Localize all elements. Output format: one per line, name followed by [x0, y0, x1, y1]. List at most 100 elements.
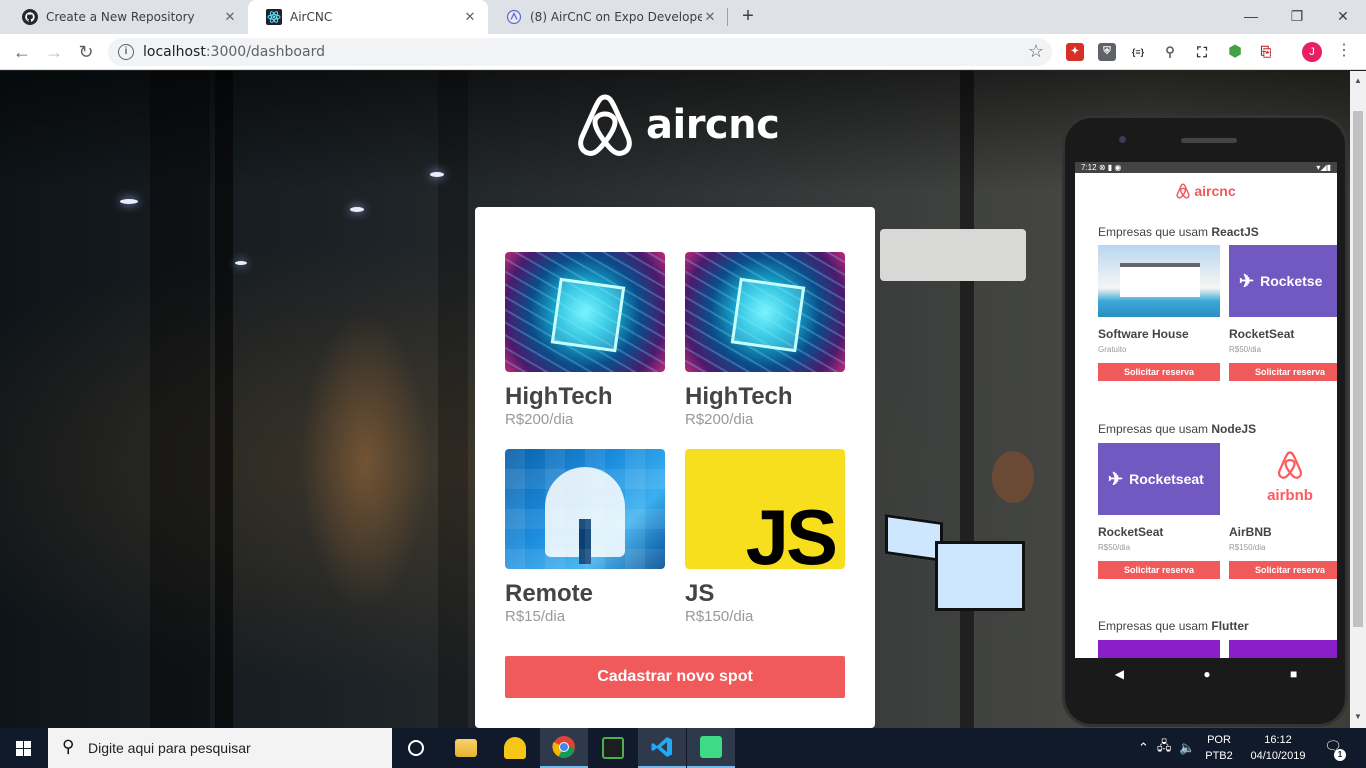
phone-logo: aircnc: [1075, 173, 1337, 209]
phone-spot-thumbnail: [1098, 245, 1220, 317]
phone-spot-item[interactable]: ✈ Rocketseat RocketSeat R$50/dia Solicita…: [1098, 443, 1220, 579]
section-tech: NodeJS: [1211, 422, 1257, 436]
background-wall: [215, 71, 233, 728]
restore-button[interactable]: ❐: [1274, 4, 1320, 28]
spot-thumbnail: JS: [685, 449, 845, 569]
new-spot-button[interactable]: Cadastrar novo spot: [505, 656, 845, 698]
spot-item[interactable]: JS JS R$150/dia: [685, 449, 845, 625]
tab-github[interactable]: Create a New Repository ✕: [4, 0, 248, 34]
taskbar-search-box[interactable]: ⚲ Digite aqui para pesquisar: [48, 728, 392, 768]
tab-title: Create a New Repository: [46, 10, 195, 24]
phone-spot-thumbnail: [1229, 640, 1337, 658]
language-indicator[interactable]: POR PTB2: [1198, 732, 1240, 764]
nodejs-extension-icon[interactable]: ⬢: [1226, 43, 1244, 61]
phone-speaker: [1181, 138, 1237, 143]
emulator-taskbar-button[interactable]: [687, 728, 735, 768]
zoom-extension-icon[interactable]: ⚲: [1161, 43, 1179, 61]
phone-logo-text: aircnc: [1194, 183, 1236, 199]
taskbar-clock[interactable]: 16:12 04/10/2019: [1248, 732, 1308, 764]
task-view-button[interactable]: [392, 728, 440, 768]
phone-spot-item[interactable]: [1098, 640, 1220, 658]
profile-avatar[interactable]: J: [1302, 42, 1322, 62]
background-light: [235, 261, 247, 265]
browser-toolbar: ← → ↻ i localhost:3000/dashboard ☆ ✦ ⛨ {…: [0, 34, 1366, 70]
battery-icon: ▾◢▮: [1316, 163, 1331, 172]
back-button[interactable]: ←: [10, 40, 34, 64]
phone-spot-thumbnail: airbnb: [1229, 443, 1337, 515]
background-wall: [960, 71, 974, 728]
browser-tab-strip: Create a New Repository ✕ AirCNC ✕ (8) A…: [0, 0, 1366, 34]
spot-name: Remote: [505, 580, 594, 607]
spot-item[interactable]: HighTech R$200/dia: [505, 252, 665, 428]
forward-button[interactable]: →: [42, 40, 66, 64]
phone-spot-item[interactable]: airbnb AirBNB R$150/dia Solicitar reserv…: [1229, 443, 1337, 579]
spots-card: HighTech R$200/dia HighTech R$200/dia Re…: [475, 207, 875, 728]
request-booking-button[interactable]: Solicitar reserva: [1098, 561, 1220, 579]
phone-spot-item[interactable]: [1229, 640, 1337, 658]
scroll-down-arrow-icon[interactable]: ▼: [1350, 709, 1366, 725]
shield-extension-icon[interactable]: ⛨: [1098, 43, 1116, 61]
phone-spot-price: R$50/dia: [1229, 345, 1262, 354]
request-booking-button[interactable]: Solicitar reserva: [1229, 561, 1337, 579]
json-viewer-icon[interactable]: {≡}: [1129, 43, 1147, 61]
background-monitor: [935, 541, 1025, 611]
close-window-button[interactable]: ✕: [1320, 4, 1366, 28]
phone-spot-item[interactable]: ✈ Rocketse RocketSeat R$50/dia Solicitar …: [1229, 245, 1337, 381]
rocket-icon: ✈: [1108, 468, 1124, 489]
scrollbar-thumb[interactable]: [1353, 111, 1363, 627]
new-tab-button[interactable]: +: [737, 5, 759, 27]
recents-square-icon[interactable]: ■: [1290, 667, 1297, 681]
network-icon[interactable]: 🖧: [1157, 737, 1172, 759]
tab-aircnc[interactable]: AirCNC ✕: [248, 0, 488, 34]
spot-thumbnail: [505, 252, 665, 372]
vscode-taskbar-button[interactable]: [638, 728, 686, 768]
phone-spot-item[interactable]: Software House Gratuito Solicitar reserv…: [1098, 245, 1220, 381]
volume-icon[interactable]: 🔈: [1179, 740, 1195, 756]
info-icon[interactable]: i: [118, 44, 134, 60]
phone-spot-thumbnail: ✈ Rocketse: [1229, 245, 1337, 317]
minimize-button[interactable]: —: [1228, 4, 1274, 28]
expo-icon: [506, 9, 522, 25]
pdf-extension-icon[interactable]: ⎘: [1257, 43, 1275, 61]
request-booking-button[interactable]: Solicitar reserva: [1098, 363, 1220, 381]
tab-expo[interactable]: (8) AirCnC on Expo Developer To ✕: [488, 0, 728, 34]
page-scrollbar[interactable]: ▲ ▼: [1350, 71, 1366, 728]
github-icon: [22, 9, 38, 25]
request-booking-button[interactable]: Solicitar reserva: [1229, 363, 1337, 381]
home-circle-icon[interactable]: ●: [1203, 667, 1210, 681]
url-text[interactable]: localhost:3000/dashboard: [143, 44, 325, 60]
folder-icon: [455, 739, 477, 757]
close-icon[interactable]: ✕: [222, 10, 238, 25]
spot-name: HighTech: [685, 383, 793, 410]
taskbar-app-helmet[interactable]: [491, 728, 539, 768]
address-bar[interactable]: i localhost:3000/dashboard ☆: [108, 38, 1052, 66]
spot-item[interactable]: HighTech R$200/dia: [685, 252, 845, 428]
background-light: [120, 199, 138, 204]
chrome-taskbar-button[interactable]: [540, 728, 588, 768]
close-icon[interactable]: ✕: [702, 10, 718, 25]
bookmark-star-icon[interactable]: ☆: [1028, 41, 1044, 62]
chrome-menu-icon[interactable]: ⋮: [1336, 40, 1352, 60]
phone-spot-thumbnail: [1098, 640, 1220, 658]
android-studio-icon: [700, 736, 722, 758]
android-nav-bar: ◀ ● ■: [1075, 658, 1337, 690]
screenshot-extension-icon[interactable]: ⛶: [1193, 43, 1211, 61]
airbnb-logo-text: airbnb: [1267, 487, 1313, 504]
reload-button[interactable]: ↻: [74, 40, 98, 64]
close-icon[interactable]: ✕: [462, 10, 478, 25]
spot-item[interactable]: Remote R$15/dia: [505, 449, 665, 625]
rocket-icon: ✈: [1239, 270, 1255, 291]
extension-1-icon[interactable]: ✦: [1066, 43, 1084, 61]
js-logo-text: JS: [745, 493, 838, 569]
background-person: [992, 451, 1034, 503]
back-triangle-icon[interactable]: ◀: [1115, 667, 1124, 681]
scroll-up-arrow-icon[interactable]: ▲: [1350, 73, 1366, 89]
terminal-taskbar-button[interactable]: [589, 728, 637, 768]
file-explorer-button[interactable]: [442, 728, 490, 768]
spot-price: R$15/dia: [505, 608, 566, 625]
chevron-up-icon[interactable]: ⌃: [1138, 740, 1149, 756]
search-placeholder: Digite aqui para pesquisar: [88, 740, 251, 756]
airbnb-logo-icon: [578, 94, 632, 156]
start-button[interactable]: [0, 728, 48, 768]
remote-tree-trunk: [579, 519, 591, 564]
